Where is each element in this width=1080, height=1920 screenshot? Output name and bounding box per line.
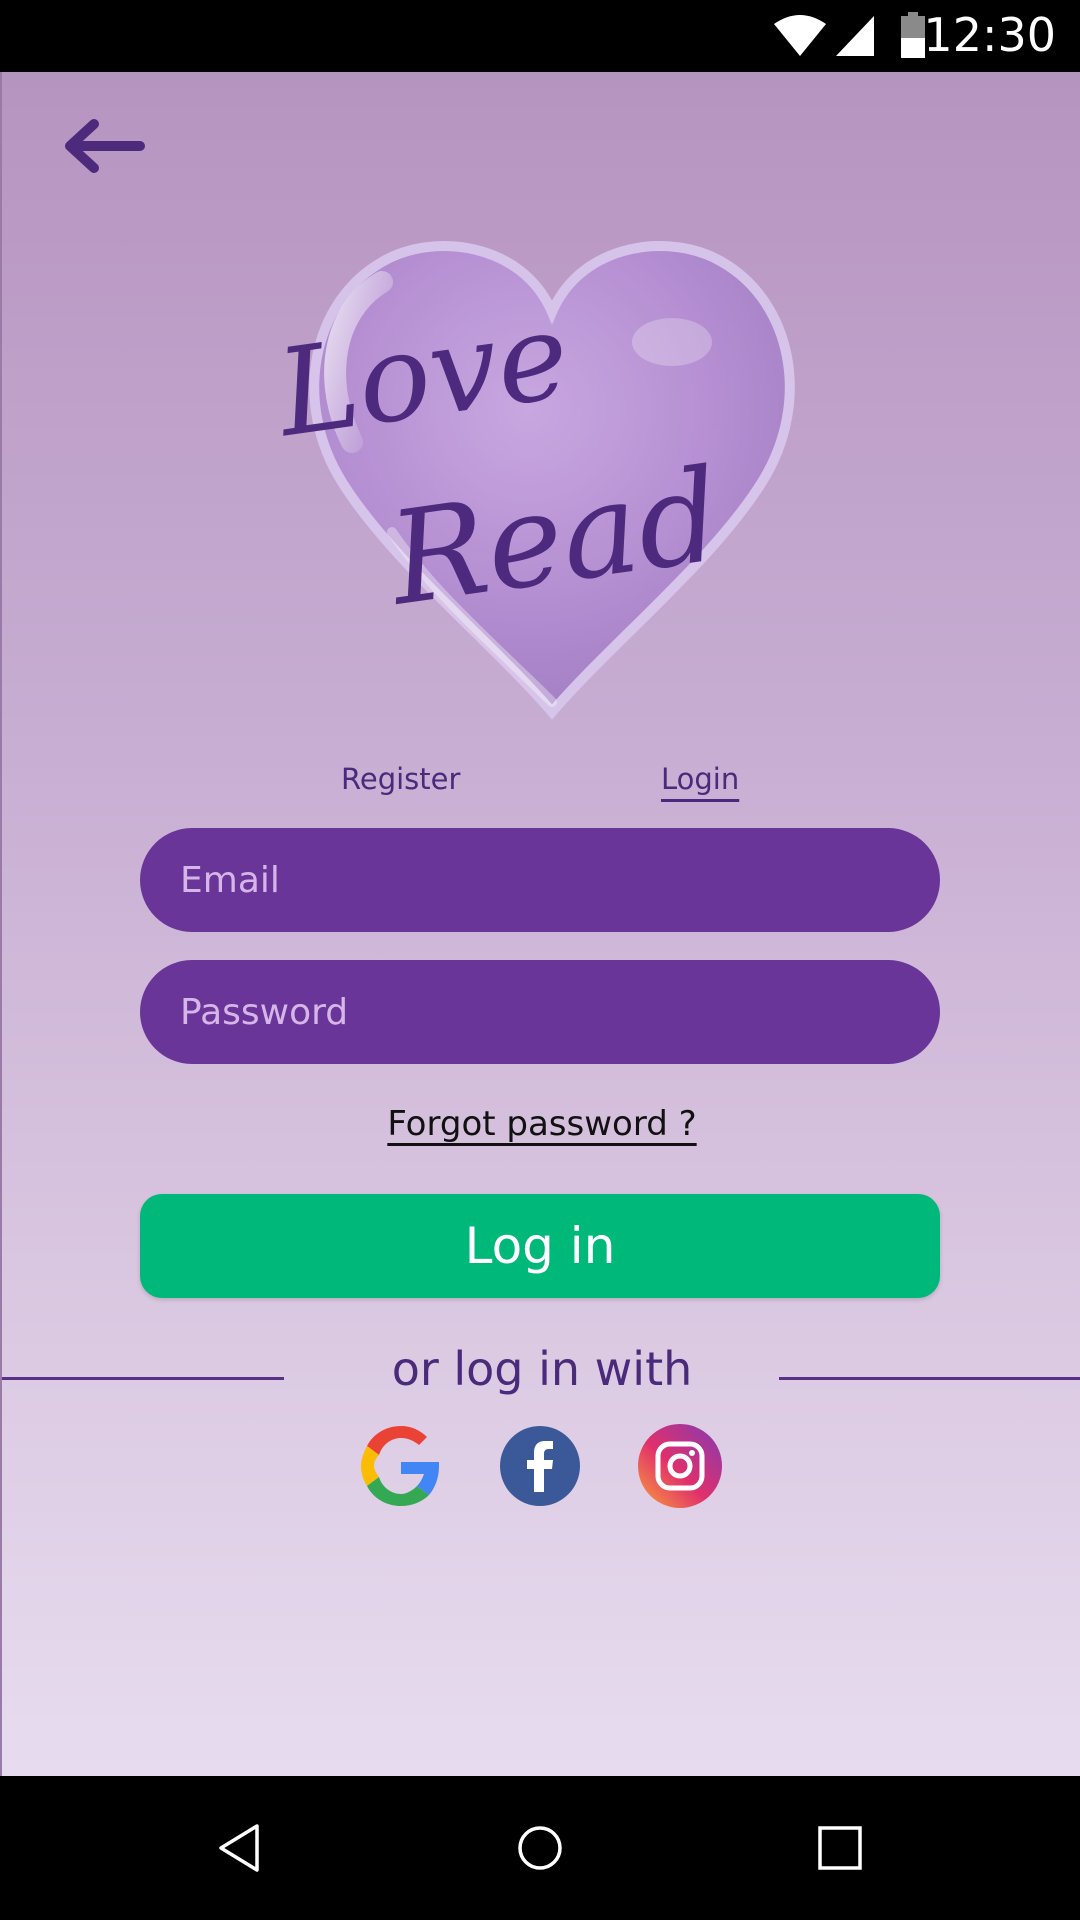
nav-recent-apps-icon[interactable] bbox=[808, 1816, 872, 1880]
tab-login[interactable]: Login bbox=[661, 762, 739, 796]
forgot-password-link[interactable]: Forgot password ? bbox=[2, 1104, 1080, 1144]
app-content: Love Read Register Login Forgot password… bbox=[0, 72, 1080, 1776]
app-logo: Love Read bbox=[252, 202, 842, 792]
password-field[interactable] bbox=[140, 960, 940, 1064]
auth-tabs: Register Login bbox=[2, 762, 1080, 822]
status-time: 12:30 bbox=[923, 8, 1056, 62]
tab-register[interactable]: Register bbox=[341, 762, 460, 796]
login-button[interactable]: Log in bbox=[140, 1194, 940, 1298]
screen: 12:30 Love Read Register Login Email For… bbox=[0, 0, 1080, 1920]
back-arrow-icon[interactable] bbox=[60, 116, 150, 176]
email-field[interactable] bbox=[140, 828, 940, 932]
nav-home-icon[interactable] bbox=[508, 1816, 572, 1880]
wifi-icon bbox=[774, 15, 826, 56]
system-nav-bar bbox=[0, 1776, 1080, 1920]
facebook-icon[interactable] bbox=[496, 1422, 584, 1510]
signal-icon bbox=[836, 16, 874, 56]
google-icon[interactable] bbox=[357, 1422, 445, 1510]
nav-back-icon[interactable] bbox=[209, 1816, 273, 1880]
social-divider-text: or log in with bbox=[391, 1342, 693, 1396]
heart-logo-icon: Love Read bbox=[268, 241, 795, 720]
battery-icon bbox=[901, 12, 925, 58]
divider-right bbox=[779, 1377, 1080, 1380]
status-bar: 12:30 bbox=[0, 0, 1080, 72]
instagram-icon[interactable] bbox=[636, 1422, 724, 1510]
